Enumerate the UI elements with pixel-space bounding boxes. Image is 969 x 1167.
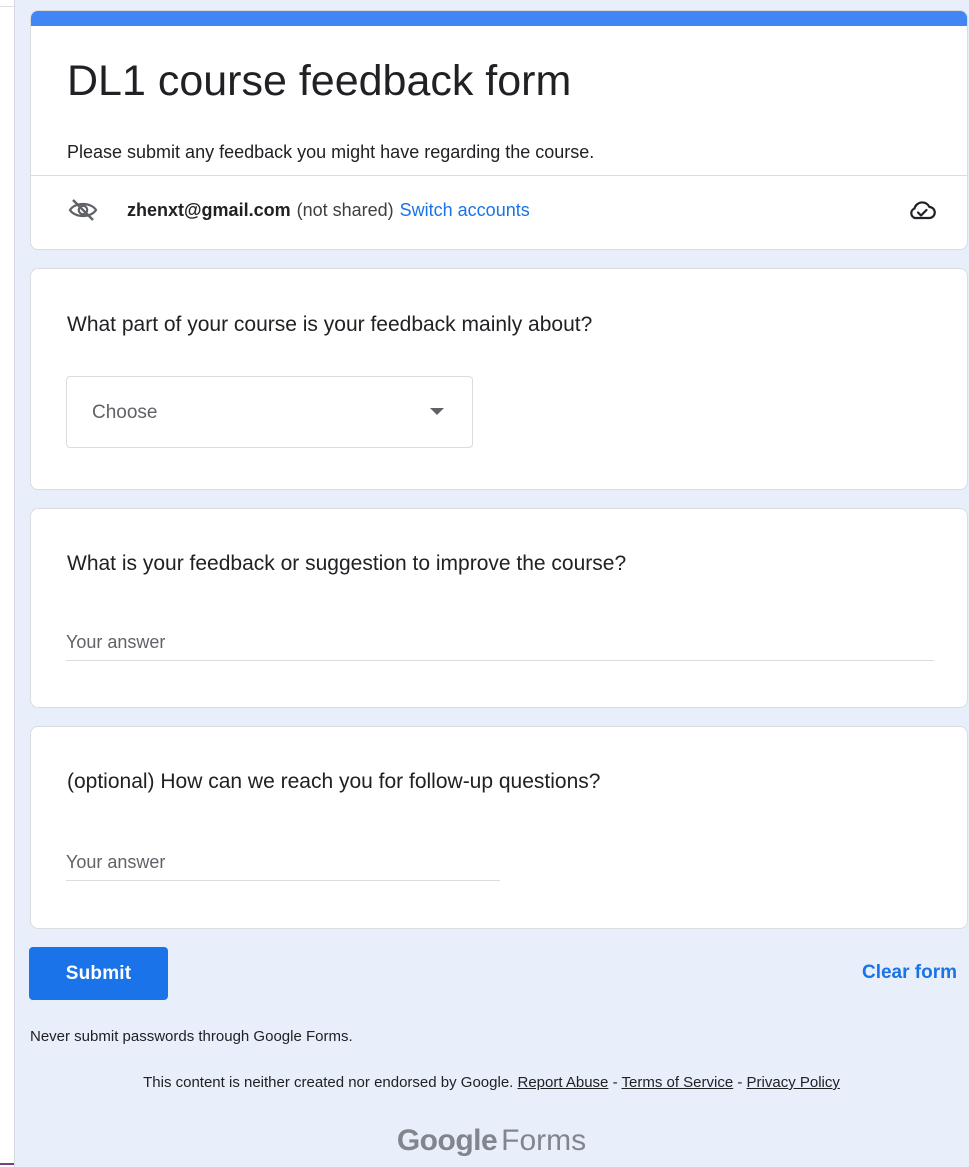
course-part-dropdown[interactable]: Choose <box>66 376 473 448</box>
question-card-feedback: What is your feedback or suggestion to i… <box>30 508 968 708</box>
disclaimer-text: This content is neither created nor endo… <box>143 1074 514 1091</box>
form-description: Please submit any feedback you might hav… <box>67 142 595 162</box>
google-forms-logo[interactable]: Google Forms <box>14 1124 969 1158</box>
feedback-answer-input[interactable]: Your answer <box>66 627 934 661</box>
submit-button[interactable]: Submit <box>29 947 168 1000</box>
dropdown-selected-value: Choose <box>92 402 158 423</box>
question-title: What part of your course is your feedbac… <box>67 313 593 336</box>
cloud-done-icon <box>907 197 937 223</box>
answer-placeholder: Your answer <box>66 852 166 872</box>
eye-off-icon <box>67 197 99 223</box>
privacy-policy-link[interactable]: Privacy Policy <box>747 1074 840 1091</box>
password-warning: Never submit passwords through Google Fo… <box>30 1028 353 1045</box>
account-row: zhenxt@gmail.com (not shared) Switch acc… <box>67 197 530 223</box>
form-header-card: DL1 course feedback form Please submit a… <box>30 10 968 250</box>
account-shared-status: (not shared) <box>296 199 394 220</box>
header-divider <box>31 175 967 176</box>
answer-placeholder: Your answer <box>66 632 166 652</box>
logo-brand: Google <box>396 1124 498 1157</box>
logo-product: Forms <box>501 1124 587 1157</box>
window-edge-mark <box>0 1163 14 1165</box>
form-title: DL1 course feedback form <box>67 57 572 105</box>
footer-disclaimer: This content is neither created nor endo… <box>14 1074 969 1091</box>
contact-answer-input[interactable]: Your answer <box>66 847 500 881</box>
question-card-contact: (optional) How can we reach you for foll… <box>30 726 968 929</box>
account-email: zhenxt@gmail.com <box>127 199 291 220</box>
header-accent-bar <box>31 11 967 26</box>
question-title: What is your feedback or suggestion to i… <box>67 552 627 575</box>
question-title: (optional) How can we reach you for foll… <box>67 770 601 793</box>
question-card-course-part: What part of your course is your feedbac… <box>30 268 968 490</box>
footer-separator: - <box>737 1074 743 1091</box>
footer-separator: - <box>612 1074 618 1091</box>
switch-accounts-link[interactable]: Switch accounts <box>400 200 530 221</box>
dropdown-arrow-icon <box>430 408 444 415</box>
clear-form-button[interactable]: Clear form <box>862 962 957 984</box>
terms-of-service-link[interactable]: Terms of Service <box>621 1074 733 1091</box>
report-abuse-link[interactable]: Report Abuse <box>518 1074 609 1091</box>
